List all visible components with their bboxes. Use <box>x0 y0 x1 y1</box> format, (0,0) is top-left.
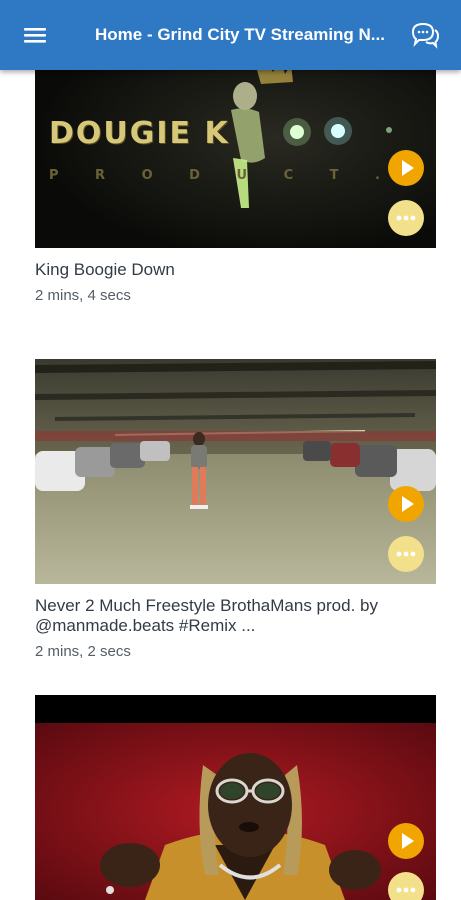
thumbnail-image <box>35 359 436 584</box>
video-duration: 2 mins, 2 secs <box>35 643 131 660</box>
play-icon <box>402 160 414 176</box>
hamburger-menu-icon <box>24 28 46 43</box>
video-thumbnail[interactable] <box>35 359 436 584</box>
video-card[interactable]: Never 2 Much Freestyle BrothaMans prod. … <box>35 359 436 662</box>
thumbnail-brand-subtext: P R O D U C T . . . <box>49 168 436 183</box>
chat-bubbles-icon <box>411 22 440 49</box>
more-options-button[interactable] <box>388 536 424 572</box>
thumbnail-brand-text: DOUGIE K <box>49 116 230 151</box>
chat-button[interactable] <box>409 19 441 49</box>
more-options-button[interactable] <box>388 872 424 900</box>
play-button[interactable] <box>388 823 424 859</box>
play-button[interactable] <box>388 150 424 186</box>
app-bar: Home - Grind City TV Streaming N... <box>0 0 461 70</box>
video-thumbnail[interactable] <box>35 695 436 900</box>
play-icon <box>402 833 414 849</box>
more-options-button[interactable] <box>388 200 424 236</box>
video-thumbnail[interactable]: DOUGIE K P R O D U C T . . . <box>35 48 436 273</box>
play-button[interactable] <box>388 486 424 522</box>
video-duration: 2 mins, 4 secs <box>35 287 131 304</box>
video-card[interactable] <box>35 695 436 900</box>
more-horizontal-icon <box>396 887 416 893</box>
page-title: Home - Grind City TV Streaming N... <box>95 25 385 44</box>
play-icon <box>402 496 414 512</box>
app-root: DOUGIE K P R O D U C T . . . King Boogie… <box>0 0 461 900</box>
more-horizontal-icon <box>396 551 416 557</box>
video-title[interactable]: Never 2 Much Freestyle BrothaMans prod. … <box>35 596 436 636</box>
more-horizontal-icon <box>396 215 416 221</box>
video-card[interactable]: DOUGIE K P R O D U C T . . . King Boogie… <box>35 48 436 306</box>
menu-button[interactable] <box>18 23 52 47</box>
video-feed[interactable]: DOUGIE K P R O D U C T . . . King Boogie… <box>0 0 461 900</box>
thumbnail-image <box>35 695 436 900</box>
